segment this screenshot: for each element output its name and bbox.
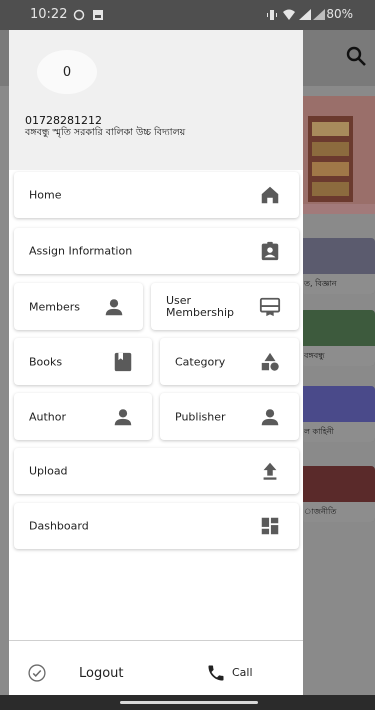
menu-user-membership[interactable]: User Membership [151,283,299,330]
background-hero-image [300,96,375,214]
school-name: বঙ্গবন্ধু স্মৃতি সরকারি বালিকা উচ্চ বিদ্… [25,127,186,138]
avatar[interactable]: 0 [37,50,97,94]
home-gesture-pill[interactable] [120,701,258,704]
drawer-footer: Logout Call [9,640,303,695]
system-navigation-bar [0,695,375,710]
background-book-card: বঙ্গবন্ধু [300,310,375,366]
menu-upload[interactable]: Upload [14,448,299,494]
battery-level: 80% [326,7,353,21]
menu-upload-label: Upload [29,464,68,478]
menu-home-label: Home [29,188,62,202]
background-book-card: াজনীতি [300,466,375,522]
menu-home[interactable]: Home [14,172,299,218]
menu-assign-information-label: Assign Information [29,244,133,258]
background-book-card: ত, বিজ্ঞান [300,238,375,294]
menu-members[interactable]: Members [14,283,143,330]
status-bar: 10:22 80% [0,0,375,30]
status-circle-icon [73,9,85,21]
card-membership-icon [259,297,281,316]
wifi-icon [283,9,295,20]
menu-assign-information[interactable]: Assign Information [14,228,299,274]
menu-dashboard-label: Dashboard [29,519,89,533]
search-icon[interactable] [344,44,368,68]
menu-dashboard[interactable]: Dashboard [14,503,299,549]
status-image-icon [93,10,103,20]
person-icon [105,298,123,315]
status-time: 10:22 [30,7,68,22]
signal-icon [299,9,311,20]
logout-button[interactable]: Logout [79,666,124,681]
menu-members-label: Members [29,300,80,313]
avatar-text: 0 [62,64,72,80]
background-book-card: ল কাহিনী [300,386,375,442]
person-icon [261,408,279,425]
navigation-drawer: 0 01728281212 বঙ্গবন্ধু স্মৃতি সরকারি বা… [9,30,303,695]
home-icon [261,186,279,204]
upload-icon [263,462,277,480]
menu-publisher[interactable]: Publisher [160,393,299,440]
book-icon [114,352,132,371]
menu-author-label: Author [29,410,67,423]
check-circle-icon[interactable] [27,663,47,683]
menu-publisher-label: Publisher [175,410,226,423]
category-icon [261,352,279,371]
person-icon [114,408,132,425]
menu-books[interactable]: Books [14,338,152,385]
signal-icon [313,9,325,20]
menu-books-label: Books [29,355,63,368]
dashboard-icon [261,517,279,535]
menu-user-membership-label: User Membership [166,293,234,319]
phone-icon[interactable] [206,663,226,683]
menu-category[interactable]: Category [160,338,299,385]
menu-author[interactable]: Author [14,393,152,440]
vibrate-icon [267,10,277,20]
assignment-ind-icon [261,241,279,261]
drawer-header: 0 01728281212 বঙ্গবন্ধু স্মৃতি সরকারি বা… [9,30,303,170]
call-button[interactable]: Call [232,666,253,679]
menu-category-label: Category [175,355,226,368]
